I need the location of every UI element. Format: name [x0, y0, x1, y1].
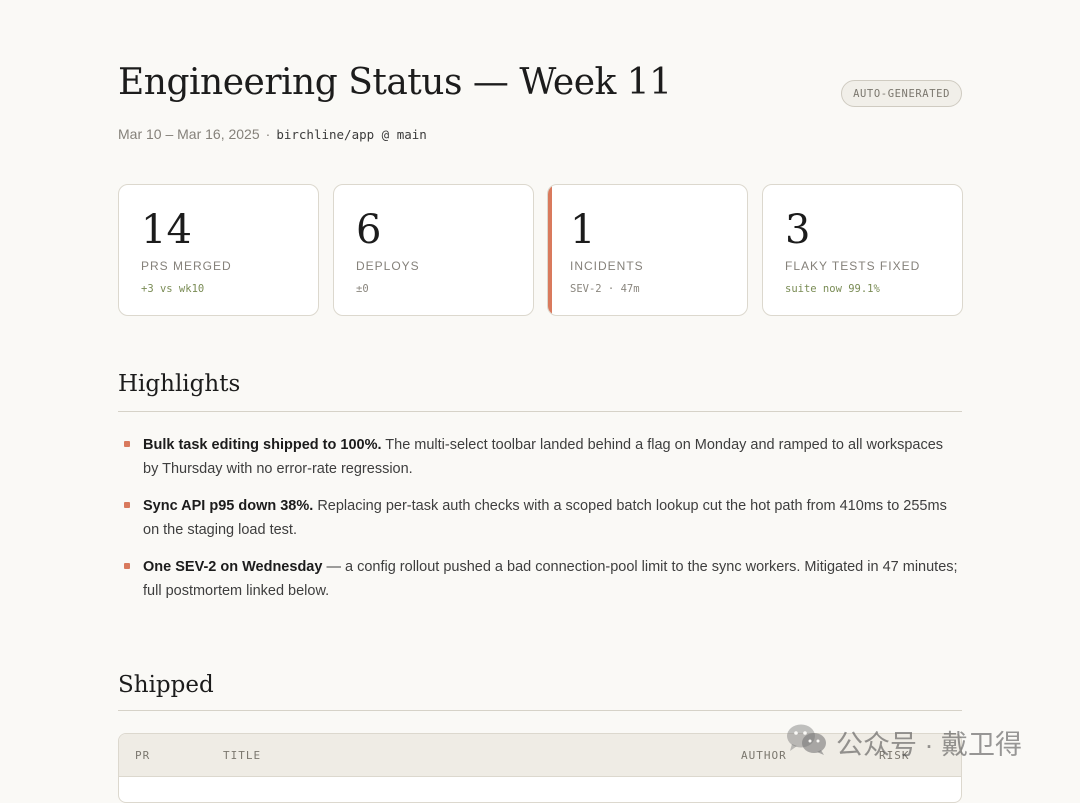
column-header-pr[interactable]: PR [135, 749, 150, 762]
highlights-list: Bulk task editing shipped to 100%. The m… [118, 434, 962, 617]
stat-note: +3 vs wk10 [141, 283, 205, 295]
stat-value: 1 [570, 207, 596, 253]
highlight-item: One SEV-2 on Wednesday — a config rollou… [118, 556, 962, 603]
shipped-heading: Shipped [118, 672, 214, 698]
highlight-lead: Bulk task editing shipped to 100%. [143, 437, 382, 453]
stat-card-flaky-tests: 3 FLAKY TESTS FIXED suite now 99.1% [762, 184, 963, 316]
highlight-item: Sync API p95 down 38%. Replacing per-tas… [118, 495, 962, 542]
stat-card-incidents: 1 INCIDENTS SEV-2 · 47m [547, 184, 748, 316]
highlights-divider [118, 411, 962, 412]
date-range: Mar 10 – Mar 16, 2025 [118, 126, 260, 142]
stat-label: DEPLOYS [356, 259, 420, 273]
stat-label: INCIDENTS [570, 259, 644, 273]
stat-value: 3 [785, 207, 811, 253]
highlights-heading: Highlights [118, 371, 241, 397]
highlight-item: Bulk task editing shipped to 100%. The m… [118, 434, 962, 481]
stat-card-deploys: 6 DEPLOYS ±0 [333, 184, 534, 316]
stat-cards: 14 PRS MERGED +3 vs wk10 6 DEPLOYS ±0 1 … [118, 184, 963, 316]
column-header-title[interactable]: TITLE [223, 749, 261, 762]
wechat-icon [786, 722, 828, 763]
bullet-marker [124, 441, 130, 447]
auto-generated-badge: AUTO-GENERATED [841, 80, 962, 107]
stat-value: 14 [141, 207, 192, 253]
repo-branch: birchline/app @ main [276, 127, 427, 142]
report-subline: Mar 10 – Mar 16, 2025 · birchline/app @ ma… [118, 126, 427, 142]
stat-card-prs-merged: 14 PRS MERGED +3 vs wk10 [118, 184, 319, 316]
page-title: Engineering Status — Week 11 [118, 62, 672, 103]
separator-dot: · [265, 126, 271, 142]
column-header-author[interactable]: AUTHOR [741, 749, 787, 762]
watermark-text: 公众号 · 戴卫得 [836, 729, 1022, 760]
shipped-divider [118, 710, 962, 711]
stat-label: FLAKY TESTS FIXED [785, 259, 921, 273]
highlight-lead: One SEV-2 on Wednesday [143, 559, 323, 575]
highlight-lead: Sync API p95 down 38%. [143, 498, 314, 514]
bullet-marker [124, 563, 130, 569]
stat-value: 6 [356, 207, 382, 253]
stat-label: PRS MERGED [141, 259, 232, 273]
stat-note: ±0 [356, 283, 369, 295]
bullet-marker [124, 502, 130, 508]
watermark: 公众号 · 戴卫得 [786, 722, 1022, 762]
stat-note: SEV-2 · 47m [570, 283, 640, 295]
stat-note: suite now 99.1% [785, 283, 880, 295]
